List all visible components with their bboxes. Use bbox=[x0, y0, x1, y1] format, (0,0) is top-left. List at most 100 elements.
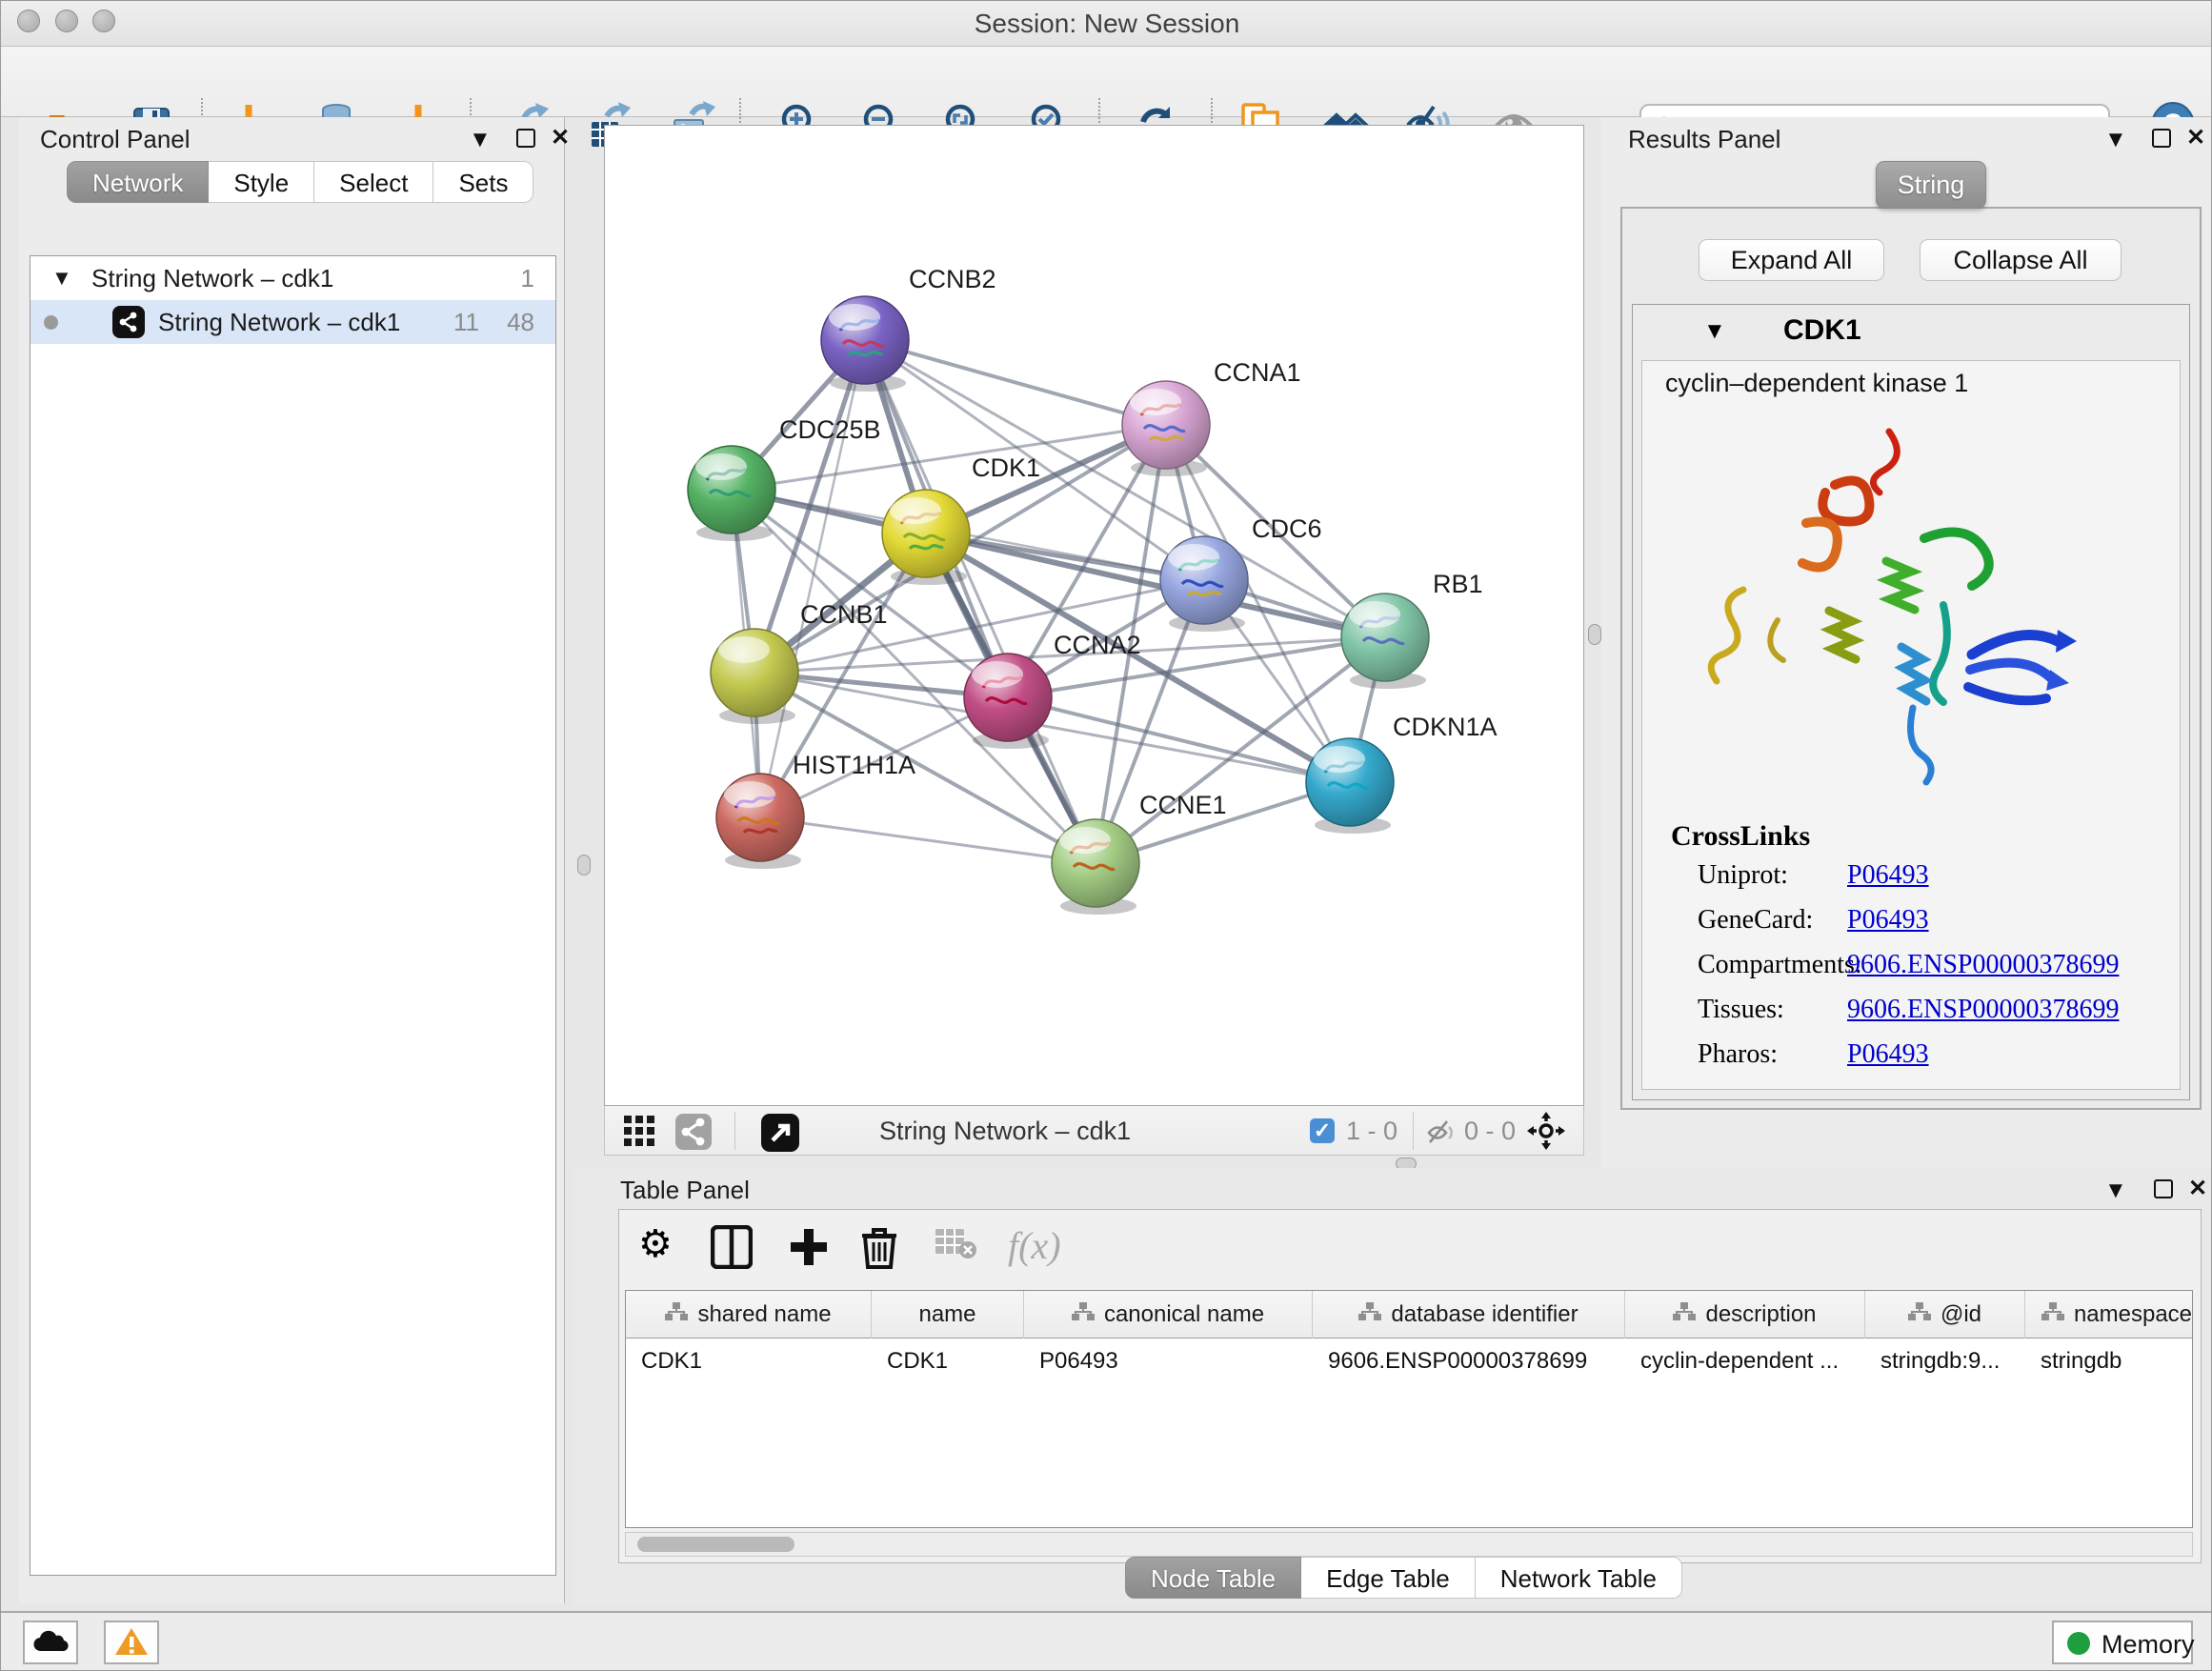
tab-node-table[interactable]: Node Table bbox=[1125, 1557, 1301, 1599]
window-title: Session: New Session bbox=[1, 9, 2212, 39]
table-header-row: shared name name canonical name database id… bbox=[626, 1291, 2192, 1339]
table-cell[interactable]: cyclin-dependent ... bbox=[1625, 1339, 1865, 1384]
crosslink-label: Tissues: bbox=[1698, 995, 1784, 1025]
tab-select[interactable]: Select bbox=[314, 161, 433, 203]
memory-button[interactable]: Memory bbox=[2052, 1621, 2193, 1664]
column-header-label: canonical name bbox=[1104, 1301, 1264, 1328]
crosslink-link[interactable]: 9606.ENSP00000378699 bbox=[1847, 950, 2119, 980]
table-cell[interactable]: CDK1 bbox=[872, 1339, 1024, 1384]
tab-network-table[interactable]: Network Table bbox=[1476, 1557, 1682, 1599]
table-panel-maximize-icon[interactable] bbox=[2154, 1179, 2173, 1198]
table-panel: Table Panel ▼ ✕ ⚙ f(x) shared namenameca… bbox=[573, 1168, 2212, 1606]
crosslink-row: Compartments:9606.ENSP00000378699 bbox=[1642, 950, 2180, 995]
column-header-label: description bbox=[1705, 1301, 1816, 1328]
table-panel-close-icon[interactable]: ✕ bbox=[2188, 1178, 2207, 1200]
table-type-tabs: Node TableEdge TableNetwork Table bbox=[1125, 1557, 1682, 1599]
show-columns-icon[interactable] bbox=[711, 1225, 753, 1274]
control-panel-maximize-icon[interactable] bbox=[516, 129, 535, 148]
column-header-shared-name[interactable]: shared name bbox=[626, 1291, 872, 1339]
results-panel-close-icon[interactable]: ✕ bbox=[2186, 127, 2205, 150]
control-panel-float-icon[interactable]: ▼ bbox=[469, 129, 492, 151]
right-splitter-handle[interactable] bbox=[1588, 624, 1601, 645]
hidden-counts: 0 - 0 bbox=[1464, 1117, 1516, 1146]
column-header-@id[interactable]: @id bbox=[1865, 1291, 2025, 1339]
birdseye-toggle-icon[interactable] bbox=[1527, 1112, 1565, 1155]
selected-indicator-checkbox[interactable]: ✓ bbox=[1310, 1118, 1335, 1143]
protein-result-card: ▼ CDK1 cyclin–dependent kinase 1 bbox=[1632, 304, 2190, 1100]
network-node-CDC25B[interactable]: CDC25B bbox=[688, 415, 881, 541]
column-header-name[interactable]: name bbox=[872, 1291, 1024, 1339]
network-node-HIST1H1A[interactable]: HIST1H1A bbox=[716, 751, 915, 869]
column-header-namespace[interactable]: namespace bbox=[2025, 1291, 2193, 1339]
crosslink-label: GeneCard: bbox=[1698, 905, 1813, 936]
delete-table-icon bbox=[934, 1225, 977, 1264]
column-header-label: shared name bbox=[697, 1301, 831, 1328]
table-cell[interactable]: P06493 bbox=[1024, 1339, 1313, 1384]
control-panel-close-icon[interactable]: ✕ bbox=[551, 127, 570, 150]
tab-network[interactable]: Network bbox=[67, 161, 209, 203]
network-node-CCNE1[interactable]: CCNE1 bbox=[1052, 791, 1227, 915]
hidden-elements-icon bbox=[1426, 1117, 1457, 1151]
left-splitter-handle[interactable] bbox=[577, 855, 591, 876]
tab-sets[interactable]: Sets bbox=[433, 161, 533, 203]
collection-expand-icon[interactable]: ▼ bbox=[51, 266, 72, 291]
memory-label: Memory bbox=[2101, 1630, 2195, 1660]
table-cell[interactable]: CDK1 bbox=[626, 1339, 872, 1384]
warning-icon bbox=[114, 1626, 149, 1657]
network-node-CDKN1A[interactable]: CDKN1A bbox=[1306, 713, 1498, 834]
node-label-RB1: RB1 bbox=[1433, 570, 1483, 598]
cloud-status-button[interactable] bbox=[23, 1621, 78, 1664]
results-panel-maximize-icon[interactable] bbox=[2152, 129, 2171, 148]
results-panel-float-icon[interactable]: ▼ bbox=[2104, 129, 2127, 151]
table-cell[interactable]: stringdb bbox=[2025, 1339, 2193, 1384]
protein-card-collapse-icon[interactable]: ▼ bbox=[1703, 318, 1726, 345]
network-node-CDC6[interactable]: CDC6 bbox=[1160, 514, 1322, 632]
network-type-icon bbox=[112, 306, 145, 338]
table-cell[interactable]: stringdb:9... bbox=[1865, 1339, 2025, 1384]
node-label-HIST1H1A: HIST1H1A bbox=[793, 751, 915, 779]
network-view-share-icon[interactable] bbox=[675, 1114, 712, 1155]
crosslink-row: GeneCard: P06493 bbox=[1642, 905, 2180, 950]
column-header-canonical-name[interactable]: canonical name bbox=[1024, 1291, 1313, 1339]
network-node-RB1[interactable]: RB1 bbox=[1341, 570, 1483, 689]
title-bar: Session: New Session bbox=[1, 1, 2212, 47]
network-collection-row[interactable]: ▼ String Network – cdk1 1 bbox=[30, 256, 555, 300]
crosslink-link[interactable]: P06493 bbox=[1847, 905, 1929, 936]
crosslink-link[interactable]: P06493 bbox=[1847, 1039, 1929, 1070]
column-header-database-identifier[interactable]: database identifier bbox=[1313, 1291, 1625, 1339]
column-type-icon bbox=[1358, 1301, 1381, 1329]
network-row[interactable]: String Network – cdk1 11 48 bbox=[30, 300, 555, 344]
crosslink-label: Compartments: bbox=[1698, 950, 1862, 980]
collapse-all-button[interactable]: Collapse All bbox=[1920, 239, 2122, 281]
table-cell[interactable]: 9606.ENSP00000378699 bbox=[1313, 1339, 1625, 1384]
column-header-description[interactable]: description bbox=[1625, 1291, 1865, 1339]
column-header-label: @id bbox=[1941, 1301, 1981, 1328]
crosslink-link[interactable]: 9606.ENSP00000378699 bbox=[1847, 995, 2119, 1025]
network-canvas[interactable]: CDK1CCNB2CCNA1CDC25BCDC6RB1CCNB1CCNA2CDK… bbox=[604, 125, 1584, 1106]
table-row[interactable]: CDK1CDK1P064939606.ENSP00000378699cyclin… bbox=[626, 1339, 2192, 1384]
add-column-icon[interactable] bbox=[787, 1225, 831, 1274]
column-type-icon bbox=[1072, 1301, 1095, 1329]
column-header-label: name bbox=[918, 1301, 975, 1328]
warnings-button[interactable] bbox=[104, 1621, 159, 1664]
table-panel-title: Table Panel bbox=[620, 1176, 750, 1205]
network-graph[interactable]: CDK1CCNB2CCNA1CDC25BCDC6RB1CCNB1CCNA2CDK… bbox=[605, 126, 1583, 1105]
tab-edge-table[interactable]: Edge Table bbox=[1301, 1557, 1476, 1599]
table-horizontal-scrollbar[interactable] bbox=[625, 1532, 2193, 1557]
table-panel-float-icon[interactable]: ▼ bbox=[2104, 1179, 2127, 1202]
delete-column-icon[interactable] bbox=[859, 1225, 899, 1276]
detach-view-icon[interactable] bbox=[761, 1114, 799, 1157]
results-panel: Results Panel ▼ ✕ String Expand All Coll… bbox=[1601, 117, 2212, 1168]
tab-style[interactable]: Style bbox=[209, 161, 314, 203]
table-options-gear-icon[interactable]: ⚙ bbox=[638, 1225, 673, 1263]
grid-view-icon[interactable] bbox=[622, 1114, 656, 1153]
expand-all-button[interactable]: Expand All bbox=[1699, 239, 1884, 281]
protein-card-header[interactable]: ▼ CDK1 bbox=[1633, 305, 2189, 358]
network-node-CCNA1[interactable]: CCNA1 bbox=[1122, 358, 1301, 476]
crosslink-link[interactable]: P06493 bbox=[1847, 860, 1929, 891]
tab-string[interactable]: String bbox=[1876, 161, 1986, 209]
column-type-icon bbox=[665, 1301, 688, 1329]
scrollbar-thumb[interactable] bbox=[637, 1537, 794, 1552]
network-edge-count: 48 bbox=[507, 308, 534, 337]
memory-status-dot bbox=[2067, 1632, 2090, 1655]
